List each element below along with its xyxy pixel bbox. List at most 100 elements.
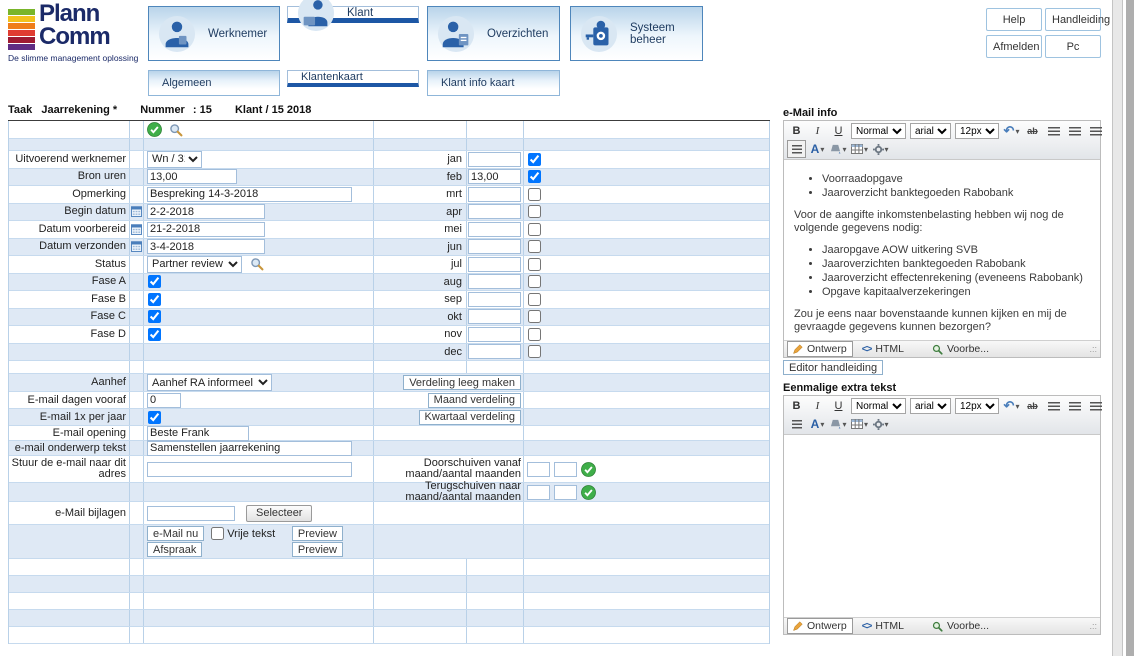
month-checkbox-jun[interactable]: [528, 240, 541, 253]
month-input-feb[interactable]: [468, 169, 521, 184]
afspraak-button[interactable]: Afspraak: [147, 542, 202, 557]
tools-button[interactable]: ▾: [871, 415, 890, 433]
email-bijlagen-input[interactable]: [147, 506, 235, 521]
verdeling-leeg-maken-button[interactable]: Verdeling leeg maken: [403, 375, 521, 390]
underline-button[interactable]: U: [829, 122, 848, 140]
nav-werknemer[interactable]: Werknemer: [148, 6, 280, 61]
font-family-select[interactable]: arial: [910, 398, 951, 414]
inner-scrollbar[interactable]: [1112, 0, 1123, 656]
preview-afspraak-button[interactable]: Preview: [292, 542, 343, 557]
aanhef-select[interactable]: Aanhef RA informeel: [147, 374, 272, 391]
font-color-button[interactable]: A▾: [808, 415, 827, 433]
status-select[interactable]: Partner review: [147, 256, 242, 273]
month-input-jul[interactable]: [468, 257, 521, 272]
fill-color-button[interactable]: ▾: [829, 140, 848, 158]
align-left-button[interactable]: [1044, 122, 1063, 140]
tools-button[interactable]: ▾: [871, 140, 890, 158]
font-family-select[interactable]: arial: [910, 123, 951, 139]
tab-klant-info-kaart[interactable]: Klant info kaart: [427, 70, 560, 96]
html-tab[interactable]: <> HTML: [857, 619, 909, 633]
voorbeeld-tab[interactable]: Voorbe...: [927, 342, 994, 356]
align-right-button[interactable]: [1065, 397, 1084, 415]
month-checkbox-jan[interactable]: [528, 153, 541, 166]
editor-handleiding-button[interactable]: Editor handleiding: [783, 360, 883, 375]
strikethrough-button[interactable]: ab: [1023, 397, 1042, 415]
month-checkbox-mrt[interactable]: [528, 188, 541, 201]
fase-d-checkbox[interactable]: [148, 328, 161, 341]
tab-algemeen[interactable]: Algemeen: [148, 70, 280, 96]
doorschuiven-ok-button[interactable]: [581, 462, 596, 477]
nav-klant[interactable]: Klant: [287, 6, 419, 23]
fase-a-checkbox[interactable]: [148, 275, 161, 288]
month-checkbox-apr[interactable]: [528, 205, 541, 218]
pc-button[interactable]: Pc: [1045, 35, 1101, 58]
begin-datum-input[interactable]: [147, 204, 265, 219]
paragraph-style-select[interactable]: Normal: [851, 398, 906, 414]
italic-button[interactable]: I: [808, 397, 827, 415]
align-left-button[interactable]: [1044, 397, 1063, 415]
month-input-mei[interactable]: [468, 222, 521, 237]
month-checkbox-dec[interactable]: [528, 345, 541, 358]
email-1x-per-jaar-checkbox[interactable]: [148, 411, 161, 424]
kwartaal-verdeling-button[interactable]: Kwartaal verdeling: [419, 410, 522, 425]
month-input-apr[interactable]: [468, 204, 521, 219]
month-input-aug[interactable]: [468, 274, 521, 289]
month-input-sep[interactable]: [468, 292, 521, 307]
vrije-tekst-checkbox[interactable]: [211, 527, 224, 540]
font-size-select[interactable]: 12px: [955, 123, 999, 139]
afmelden-button[interactable]: Afmelden: [986, 35, 1042, 58]
email-opening-input[interactable]: [147, 426, 249, 441]
uitvoerend-werknemer-select[interactable]: Wn / 31: [147, 151, 202, 168]
fase-c-checkbox[interactable]: [148, 310, 161, 323]
calendar-icon[interactable]: [131, 224, 142, 235]
handleiding-button[interactable]: Handleiding: [1045, 8, 1101, 31]
align-justify-button[interactable]: [1086, 122, 1105, 140]
terugschuiven-maand-input[interactable]: [527, 485, 550, 500]
month-checkbox-jul[interactable]: [528, 258, 541, 271]
month-input-nov[interactable]: [468, 327, 521, 342]
fase-b-checkbox[interactable]: [148, 293, 161, 306]
bold-button[interactable]: B: [787, 122, 806, 140]
datum-voorbereid-input[interactable]: [147, 222, 265, 237]
underline-button[interactable]: U: [829, 397, 848, 415]
datum-verzonden-input[interactable]: [147, 239, 265, 254]
tab-klantenkaart[interactable]: Klantenkaart: [287, 70, 419, 87]
paragraph-style-select[interactable]: Normal: [851, 123, 906, 139]
terugschuiven-aantal-input[interactable]: [554, 485, 577, 500]
insert-table-button[interactable]: ▾: [850, 140, 869, 158]
extra-tekst-body[interactable]: [784, 435, 1100, 617]
undo-button[interactable]: ↶▾: [1002, 122, 1021, 140]
strikethrough-button[interactable]: ab: [1023, 122, 1042, 140]
save-ok-button[interactable]: [147, 122, 162, 137]
font-size-select[interactable]: 12px: [955, 398, 999, 414]
help-button[interactable]: Help: [986, 8, 1042, 31]
doorschuiven-maand-input[interactable]: [527, 462, 550, 477]
bullet-list-button[interactable]: [787, 140, 806, 158]
month-checkbox-okt[interactable]: [528, 310, 541, 323]
ontwerp-tab[interactable]: Ontwerp: [787, 618, 853, 634]
month-checkbox-nov[interactable]: [528, 328, 541, 341]
window-scrollbar[interactable]: [1126, 0, 1134, 656]
calendar-icon[interactable]: [131, 206, 142, 217]
selecteer-button[interactable]: Selecteer: [246, 505, 312, 522]
month-input-okt[interactable]: [468, 309, 521, 324]
email-dagen-vooraf-input[interactable]: [147, 393, 181, 408]
font-color-button[interactable]: A▾: [808, 140, 827, 158]
email-nu-button[interactable]: e-Mail nu: [147, 526, 204, 541]
month-input-dec[interactable]: [468, 344, 521, 359]
bold-button[interactable]: B: [787, 397, 806, 415]
resize-handle[interactable]: .::: [1089, 344, 1097, 354]
resize-handle[interactable]: .::: [1089, 621, 1097, 631]
bron-uren-input[interactable]: [147, 169, 237, 184]
status-search-icon[interactable]: [250, 257, 264, 271]
voorbeeld-tab[interactable]: Voorbe...: [927, 619, 994, 633]
align-justify-button[interactable]: [1086, 397, 1105, 415]
preview-email-button[interactable]: Preview: [292, 526, 343, 541]
italic-button[interactable]: I: [808, 122, 827, 140]
email-info-body[interactable]: Voorraadopgave Jaaroverzicht banktegoede…: [784, 160, 1100, 340]
align-right-button[interactable]: [1065, 122, 1084, 140]
calendar-icon[interactable]: [131, 241, 142, 252]
insert-table-button[interactable]: ▾: [850, 415, 869, 433]
month-input-jun[interactable]: [468, 239, 521, 254]
month-checkbox-sep[interactable]: [528, 293, 541, 306]
